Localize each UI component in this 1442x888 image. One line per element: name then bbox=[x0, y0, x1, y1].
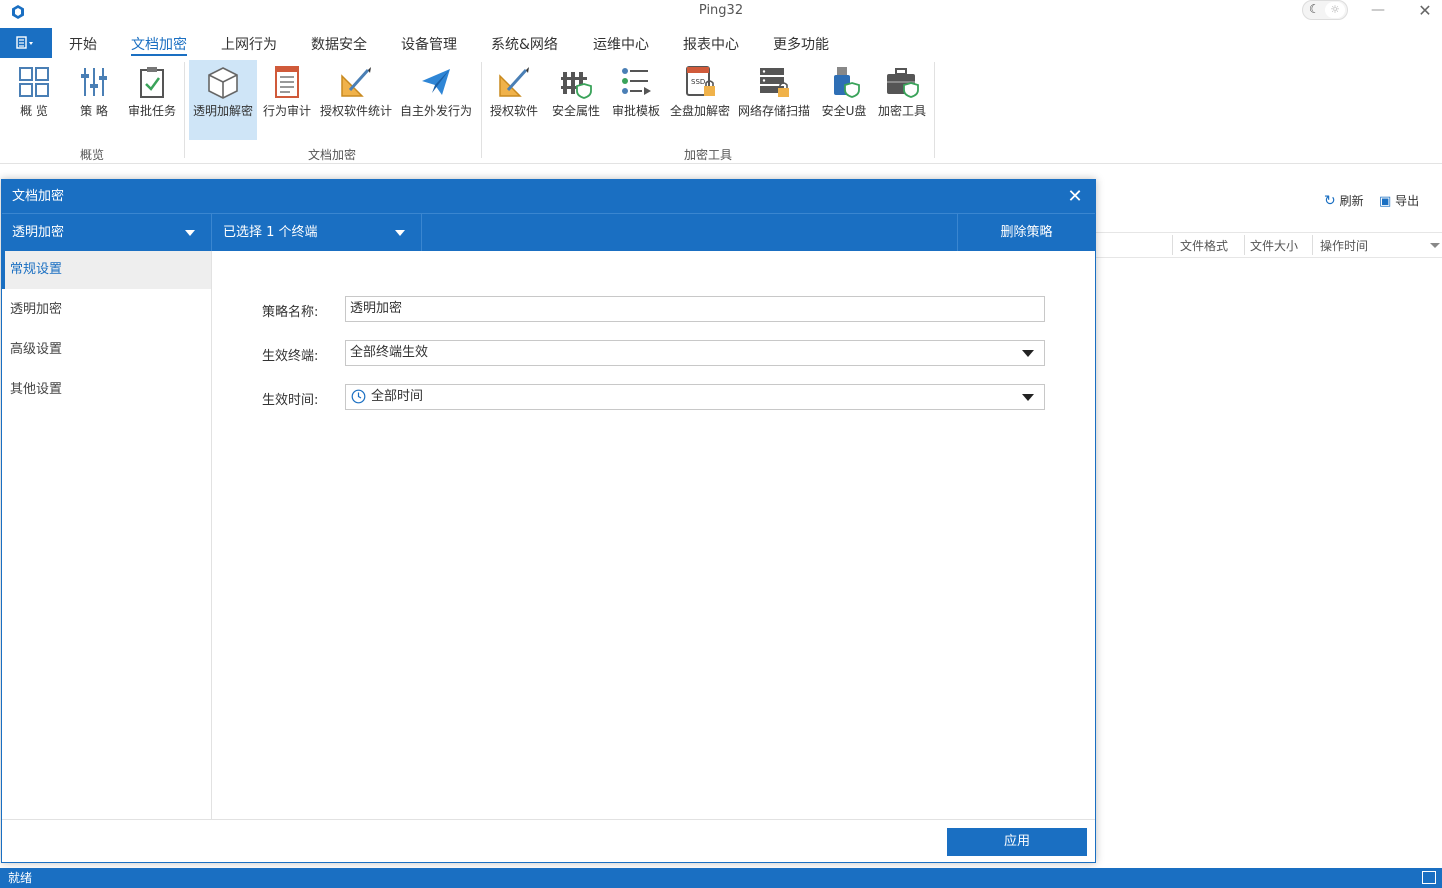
policy-name-field[interactable]: 透明加密 bbox=[345, 296, 1045, 322]
tab-web-behavior[interactable]: 上网行为 bbox=[221, 34, 277, 56]
window-close-button[interactable]: ✕ bbox=[1416, 1, 1434, 20]
ribbon-behavior-audit-button[interactable]: 行为审计 bbox=[263, 60, 311, 140]
sidebar-item-advanced-settings[interactable]: 高级设置 bbox=[2, 331, 211, 369]
effective-terminal-select[interactable]: 全部终端生效 bbox=[345, 340, 1045, 366]
ribbon-group-encryption-tools: 加密工具 bbox=[683, 148, 732, 162]
terminal-select[interactable]: 已选择 1 个终端 bbox=[213, 214, 422, 251]
ribbon-authorized-software-stats-button[interactable]: 授权软件统计 bbox=[320, 60, 392, 140]
security-attribute-icon bbox=[561, 72, 592, 99]
dialog-toolbar: 透明加密 已选择 1 个终端 删除策略 bbox=[2, 213, 1095, 251]
policy-name-label: 策略名称: bbox=[262, 305, 319, 320]
column-operation-time[interactable]: 操作时间 bbox=[1320, 237, 1368, 254]
transparent-encryption-cube-icon bbox=[208, 67, 238, 99]
chevron-down-icon bbox=[1022, 394, 1034, 401]
column-file-size[interactable]: 文件大小 bbox=[1250, 237, 1298, 254]
policy-sliders-icon bbox=[81, 68, 107, 96]
sidebar-item-transparent-encryption[interactable]: 透明加密 bbox=[2, 291, 211, 329]
ribbon-group-overview: 概览 bbox=[79, 148, 104, 162]
approval-template-icon bbox=[622, 68, 651, 95]
ribbon-authorized-software-button[interactable]: 授权软件 bbox=[490, 60, 538, 140]
tab-data-security[interactable]: 数据安全 bbox=[311, 34, 367, 56]
send-paper-plane-icon bbox=[422, 69, 450, 95]
moon-icon: ☾ bbox=[1309, 2, 1320, 16]
network-storage-scan-icon bbox=[760, 68, 789, 97]
encryption-toolbox-icon bbox=[887, 68, 919, 98]
column-separator bbox=[1172, 235, 1173, 255]
ribbon-approval-template-button[interactable]: 审批模板 bbox=[612, 60, 660, 140]
app-menu-button[interactable] bbox=[0, 28, 52, 58]
ribbon-security-attribute-button[interactable]: 安全属性 bbox=[552, 60, 600, 140]
ribbon-secure-usb-button[interactable]: 安全U盘 bbox=[822, 60, 866, 140]
delete-policy-button[interactable]: 删除策略 bbox=[957, 214, 1095, 251]
dialog-close-icon[interactable]: ✕ bbox=[1065, 180, 1085, 213]
tab-report-center[interactable]: 报表中心 bbox=[683, 34, 739, 56]
sidebar-item-general-settings[interactable]: 常规设置 bbox=[2, 251, 211, 289]
sun-icon: ☼ bbox=[1325, 2, 1345, 18]
chevron-down-icon bbox=[1022, 350, 1034, 357]
status-text: 就绪 bbox=[8, 871, 33, 885]
authorized-software-stats-icon bbox=[341, 67, 371, 97]
dialog-title: 文档加密 bbox=[2, 180, 1095, 213]
app-title: Ping32 bbox=[698, 3, 744, 18]
ribbon-approval-task-button[interactable]: 审批任务 bbox=[128, 60, 176, 140]
ribbon-overview-button[interactable]: 概 览 bbox=[14, 60, 54, 140]
effective-terminal-label: 生效终端: bbox=[262, 349, 319, 364]
document-encryption-dialog: 文档加密 ✕ 透明加密 已选择 1 个终端 删除策略 常规设置 透明加密 高级设… bbox=[1, 179, 1096, 863]
ribbon-transparent-encryption-button[interactable]: 透明加解密 bbox=[189, 60, 257, 140]
tab-ops-center[interactable]: 运维中心 bbox=[593, 34, 649, 56]
list-header: 文件格式 文件大小 操作时间 bbox=[1096, 232, 1442, 258]
export-save-icon: ▣ bbox=[1379, 194, 1392, 209]
policy-select[interactable]: 透明加密 bbox=[2, 214, 212, 251]
tab-start[interactable]: 开始 bbox=[69, 34, 97, 56]
tab-more-features[interactable]: 更多功能 bbox=[773, 34, 829, 56]
status-bar: 就绪 bbox=[0, 868, 1442, 888]
sidebar-item-other-settings[interactable]: 其他设置 bbox=[2, 371, 211, 409]
refresh-button[interactable]: ↻ 刷新 bbox=[1324, 192, 1364, 209]
column-separator bbox=[1312, 235, 1313, 255]
ribbon-full-disk-encryption-button[interactable]: SSD 全盘加解密 bbox=[670, 60, 730, 140]
tab-system-network[interactable]: 系统&网络 bbox=[491, 34, 558, 56]
secure-usb-icon bbox=[834, 67, 860, 98]
authorized-software-icon bbox=[499, 67, 529, 97]
refresh-icon: ↻ bbox=[1324, 193, 1336, 209]
column-dropdown-icon[interactable] bbox=[1430, 243, 1440, 248]
clock-icon bbox=[351, 389, 366, 404]
ribbon-group-document-encryption: 文档加密 bbox=[307, 148, 356, 162]
tab-device-management[interactable]: 设备管理 bbox=[401, 34, 457, 56]
minimize-button[interactable]: — bbox=[1370, 2, 1386, 18]
column-separator bbox=[1244, 235, 1245, 255]
export-button[interactable]: ▣ 导出 bbox=[1379, 192, 1419, 209]
status-panel-icon[interactable] bbox=[1422, 871, 1436, 884]
menu-bar: 开始 文档加密 上网行为 数据安全 设备管理 系统&网络 运维中心 报表中心 更… bbox=[0, 28, 1442, 58]
theme-toggle[interactable]: ☾ ☼ bbox=[1302, 0, 1348, 20]
tab-document-encryption[interactable]: 文档加密 bbox=[131, 34, 187, 56]
title-bar: Ping32 ☾ ☼ — ✕ bbox=[0, 0, 1442, 28]
ribbon-separator bbox=[934, 62, 935, 158]
apply-button[interactable]: 应用 bbox=[947, 828, 1087, 856]
app-menu-icon bbox=[16, 36, 33, 49]
ssd-full-disk-encryption-icon: SSD bbox=[686, 66, 715, 96]
chevron-down-icon bbox=[395, 230, 405, 236]
ribbon-network-storage-scan-button[interactable]: 网络存储扫描 bbox=[738, 60, 810, 140]
settings-sidebar: 常规设置 透明加密 高级设置 其他设置 bbox=[2, 251, 212, 819]
ribbon: 概 览 策 略 审批任务 概览 透明加解密 行为审计 授权软件统计 自主外发行为… bbox=[0, 58, 1442, 164]
behavior-audit-doc-icon bbox=[275, 66, 299, 98]
effective-time-label: 生效时间: bbox=[262, 393, 319, 408]
ribbon-policy-button[interactable]: 策 略 bbox=[74, 60, 114, 140]
chevron-down-icon bbox=[185, 230, 195, 236]
effective-time-select[interactable]: 全部时间 bbox=[345, 384, 1045, 410]
column-file-format[interactable]: 文件格式 bbox=[1180, 237, 1228, 254]
svg-text:SSD: SSD bbox=[691, 78, 705, 86]
dialog-footer: 应用 bbox=[2, 819, 1095, 862]
overview-grid-icon bbox=[19, 67, 49, 97]
ribbon-self-send-behavior-button[interactable]: 自主外发行为 bbox=[400, 60, 472, 140]
ribbon-encryption-tool-button[interactable]: 加密工具 bbox=[878, 60, 926, 140]
approval-clipboard-icon bbox=[140, 67, 164, 98]
